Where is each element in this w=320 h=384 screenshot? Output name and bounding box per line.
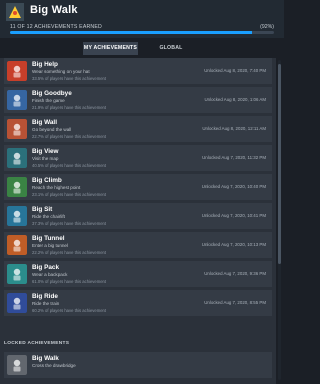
achievement-row[interactable]: Big View Visit the map 40.5% of players … [4, 145, 272, 171]
tab-bar: MY ACHIEVEMENTS GLOBAL ACHIEVEMENTS [0, 40, 284, 64]
game-logo-icon [6, 3, 24, 21]
wave-figure-icon [7, 90, 27, 110]
achievement-name: Big Ride [32, 293, 58, 300]
achievement-name: Big Pack [32, 264, 59, 271]
train-icon [7, 293, 27, 313]
tab-my-achievements[interactable]: MY ACHIEVEMENTS [83, 42, 138, 55]
locked-section-header: LOCKED ACHIEVEMENTS [4, 341, 70, 346]
achievements-panel[interactable]: Big Help Wear something on your hat 33.5… [0, 58, 276, 384]
achievement-desc: Cross the drawbridge [32, 363, 76, 368]
page-title: Big Walk [30, 4, 78, 16]
achievement-rarity: 23.1% of players have this achievement [32, 192, 107, 197]
unlock-date: Unlocked Aug 7, 2020, 10:41 PM [201, 213, 266, 218]
achievement-rarity: 22.2% of players have this achievement [32, 250, 107, 255]
achievement-row[interactable]: Big Goodbye Finish the game 21.9% of pla… [4, 87, 272, 113]
achievement-row[interactable]: Big Sit Ride the chairlift 37.3% of play… [4, 203, 272, 229]
achievement-rarity: 40.5% of players have this achievement [32, 163, 107, 168]
unlock-date: Unlocked Aug 8, 2020, 1:06 AM [204, 97, 266, 102]
unlock-date: Unlocked Aug 8, 2020, 7:40 PM [204, 68, 266, 73]
wall-icon [7, 119, 27, 139]
achievement-rarity: 37.3% of players have this achievement [32, 221, 107, 226]
achievement-desc: Enter a big tunnel [32, 243, 69, 248]
achievement-desc: Finish the game [32, 98, 65, 103]
achievement-desc: Ride the train [32, 301, 60, 306]
achievement-name: Big Climb [32, 177, 62, 184]
achievement-row[interactable]: Big Ride Ride the train 60.2% of players… [4, 290, 272, 316]
unlock-date: Unlocked Aug 7, 2020, 9:36 PM [204, 271, 266, 276]
achievement-name: Big View [32, 148, 59, 155]
achievement-desc: Ride the chairlift [32, 214, 65, 219]
achievement-name: Big Sit [32, 206, 53, 213]
chairlift-icon [7, 206, 27, 226]
unlock-date: Unlocked Aug 7, 2020, 8:55 PM [204, 300, 266, 305]
achievement-rarity: 21.9% of players have this achievement [32, 105, 107, 110]
progress-fill [10, 31, 252, 34]
achievement-desc: Visit the map [32, 156, 59, 161]
progress-bar [10, 31, 274, 34]
achievement-row[interactable]: Big Climb Reach the highest point 23.1% … [4, 174, 272, 200]
achievement-name: Big Goodbye [32, 90, 72, 97]
mountain-icon [7, 177, 27, 197]
scrollbar-thumb[interactable] [278, 64, 281, 264]
achievement-row[interactable]: Big Tunnel Enter a big tunnel 22.2% of p… [4, 232, 272, 258]
achievement-desc: Wear a backpack [32, 272, 68, 277]
unlock-date: Unlocked Aug 8, 2020, 12:11 AM [202, 126, 266, 131]
achievement-name: Big Walk [32, 355, 59, 362]
tunnel-icon [7, 235, 27, 255]
unlock-date: Unlocked Aug 7, 2020, 10:40 PM [201, 184, 266, 189]
unlock-date: Unlocked Aug 7, 2020, 10:13 PM [201, 242, 266, 247]
achievement-name: Big Help [32, 61, 58, 68]
achievement-rarity: 61.0% of players have this achievement [32, 279, 107, 284]
app-header: Big Walk 11 OF 12 ACHIEVEMENTS EARNED (9… [0, 0, 284, 38]
backpack-icon [7, 264, 27, 284]
achievement-name: Big Wall [32, 119, 57, 126]
achievement-desc: Reach the highest point [32, 185, 81, 190]
achievement-rarity: 60.2% of players have this achievement [32, 308, 107, 313]
unlock-date: Unlocked Aug 7, 2020, 11:32 PM [202, 155, 266, 160]
achievement-name: Big Tunnel [32, 235, 65, 242]
tab-global-achievements[interactable]: GLOBAL ACHIEVEMENTS [138, 42, 204, 64]
achievement-row[interactable]: Big Pack Wear a backpack 61.0% of player… [4, 261, 272, 287]
binoculars-icon [7, 148, 27, 168]
earned-percent: (92%) [260, 24, 274, 30]
achievement-row[interactable]: Big Wall Go beyond the wall 22.7% of pla… [4, 116, 272, 142]
achievement-row[interactable]: Big Help Wear something on your hat 33.5… [4, 58, 272, 84]
red-heart-icon [7, 61, 27, 81]
earned-summary: 11 OF 12 ACHIEVEMENTS EARNED [10, 24, 102, 30]
locked-achievement-row[interactable]: Big Walk Cross the drawbridge [4, 352, 272, 378]
achievement-desc: Go beyond the wall [32, 127, 72, 132]
locked-walk-icon [7, 355, 27, 375]
achievement-desc: Wear something on your hat [32, 69, 90, 74]
achievement-rarity: 22.7% of players have this achievement [32, 134, 107, 139]
achievement-rarity: 33.5% of players have this achievement [32, 76, 107, 81]
